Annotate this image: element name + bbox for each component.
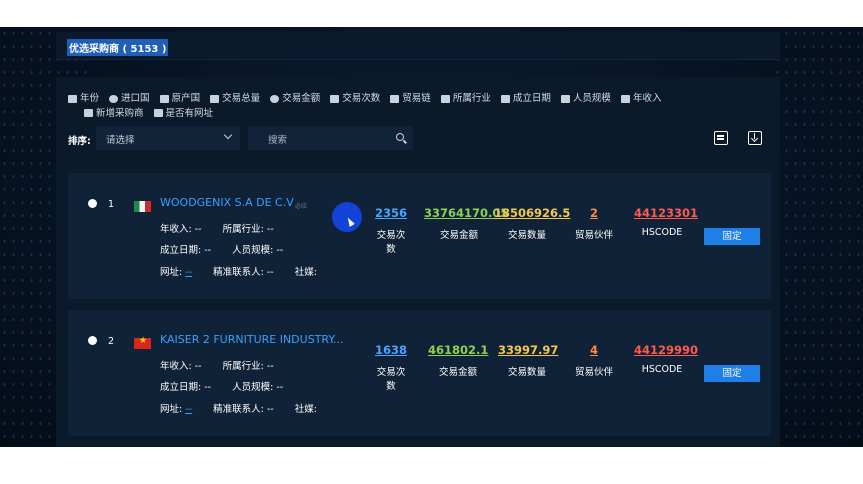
calendar-count-icon xyxy=(330,94,340,103)
hierarchy-icon xyxy=(390,94,400,103)
metric-hscode: 44123301 HSCODE xyxy=(634,206,699,238)
page-title: 优选采购商 ( 5153 ) xyxy=(67,39,169,56)
yen-icon xyxy=(270,94,280,103)
buyer-card: 2 KAISER 2 FURNITURE INDUSTRY... 年收入: --… xyxy=(68,310,771,436)
filter-import-country[interactable]: 进口国 xyxy=(109,92,150,105)
date-icon xyxy=(500,94,510,103)
filter-has-website[interactable]: 是否有网址 xyxy=(153,107,213,120)
new-icon xyxy=(84,109,93,117)
search-input[interactable]: 搜索 xyxy=(248,126,413,150)
metric-partner: 2 贸易伙伴 xyxy=(574,206,614,241)
calendar-icon xyxy=(68,94,77,103)
info-line-1: 年收入: -- 所属行业: -- xyxy=(160,361,274,372)
company-name-link[interactable]: KAISER 2 FURNITURE INDUSTRY... xyxy=(160,333,343,346)
header-bar: 优选采购商 ( 5153 ) xyxy=(56,32,780,60)
filter-total-volume[interactable]: 交易总量 xyxy=(210,92,260,105)
count-value[interactable]: 1638 xyxy=(374,343,408,357)
sort-select[interactable]: 请选择 xyxy=(96,126,240,150)
metric-quantity: 33997.97 交易数量 xyxy=(498,343,559,378)
amount-value[interactable]: 33764170.05 xyxy=(424,206,508,220)
info-line-2: 成立日期: -- 人员规模: -- xyxy=(160,245,284,256)
money-icon xyxy=(620,94,630,103)
metric-count: 2356 交易次数 xyxy=(374,206,408,255)
main-panel: 年份 进口国 原产国 交易总量 交易金额 交易次数 贸易链 所属行业 成立日期 … xyxy=(56,77,780,447)
hscode-value[interactable]: 44123301 xyxy=(634,206,698,220)
company-name-link[interactable]: WOODGENIX S.A DE C.V xyxy=(160,196,294,209)
mexico-flag-icon xyxy=(134,201,151,212)
metric-partner: 4 贸易伙伴 xyxy=(574,343,614,378)
filter-trade-chain[interactable]: 贸易链 xyxy=(390,92,431,105)
select-radio[interactable] xyxy=(88,336,97,345)
background-pattern-right xyxy=(773,27,863,447)
filter-bar: 年份 进口国 原产国 交易总量 交易金额 交易次数 贸易链 所属行业 成立日期 … xyxy=(68,92,768,121)
metric-amount: 33764170.05 交易金额 xyxy=(424,206,509,241)
filter-founded-date[interactable]: 成立日期 xyxy=(500,92,551,105)
filter-industry[interactable]: 所属行业 xyxy=(440,92,491,105)
filter-new-buyers[interactable]: 新增采购商 xyxy=(84,107,144,120)
filter-year[interactable]: 年份 xyxy=(68,92,99,105)
partner-value[interactable]: 4 xyxy=(574,343,614,357)
metric-hscode: 44129990 HSCODE xyxy=(634,343,699,375)
pin-button[interactable]: 固定 xyxy=(704,228,760,245)
filter-staff-size[interactable]: 人员规模 xyxy=(560,92,611,105)
metric-amount: 461802.1 交易金额 xyxy=(428,343,489,378)
filter-origin-country[interactable]: 原产国 xyxy=(159,92,200,105)
info-line-1: 年收入: -- 所属行业: -- xyxy=(160,224,274,235)
website-icon xyxy=(153,109,163,117)
search-icon xyxy=(396,133,404,141)
download-icon[interactable] xyxy=(748,131,762,145)
filter-revenue[interactable]: 年收入 xyxy=(620,92,661,105)
select-radio[interactable] xyxy=(88,199,97,208)
info-line-2: 成立日期: -- 人员规模: -- xyxy=(160,382,284,393)
partner-value[interactable]: 2 xyxy=(574,206,614,220)
sort-label: 排序: xyxy=(68,136,91,147)
people-icon xyxy=(560,94,570,103)
row-index: 1 xyxy=(108,199,115,210)
buyer-card: 1 WOODGENIX S.A DE C.V 必应 年收入: -- 所属行业: … xyxy=(68,173,771,299)
filter-count[interactable]: 交易次数 xyxy=(330,92,380,105)
metric-count: 1638 交易次数 xyxy=(374,343,408,392)
amount-value[interactable]: 461802.1 xyxy=(428,343,488,357)
hscode-value[interactable]: 44129990 xyxy=(634,343,698,357)
quantity-value[interactable]: 18506926.5 xyxy=(494,206,570,220)
briefcase-icon xyxy=(440,94,450,103)
info-line-3: 网址: -- 精准联系人: -- 社媒: xyxy=(160,404,317,415)
info-line-3: 网址: -- 精准联系人: -- 社媒: xyxy=(160,267,317,278)
quantity-value[interactable]: 33997.97 xyxy=(498,343,558,357)
search-tag: 必应 xyxy=(295,203,308,210)
app-screen: 优选采购商 ( 5153 ) 年份 进口国 原产国 交易总量 交易金额 交易次数… xyxy=(0,27,863,447)
vietnam-flag-icon xyxy=(134,336,151,349)
globe-icon xyxy=(109,94,119,103)
pin-button[interactable]: 固定 xyxy=(704,365,760,382)
factory-icon xyxy=(159,94,169,103)
row-index: 2 xyxy=(108,336,115,347)
list-view-icon[interactable] xyxy=(714,131,728,145)
count-value[interactable]: 2356 xyxy=(374,206,408,220)
filter-amount[interactable]: 交易金额 xyxy=(270,92,320,105)
website-link[interactable]: -- xyxy=(185,404,192,415)
layers-icon xyxy=(210,94,220,103)
metric-quantity: 18506926.5 交易数量 xyxy=(494,206,571,241)
chevron-down-icon xyxy=(223,130,233,140)
website-link[interactable]: -- xyxy=(185,267,192,278)
